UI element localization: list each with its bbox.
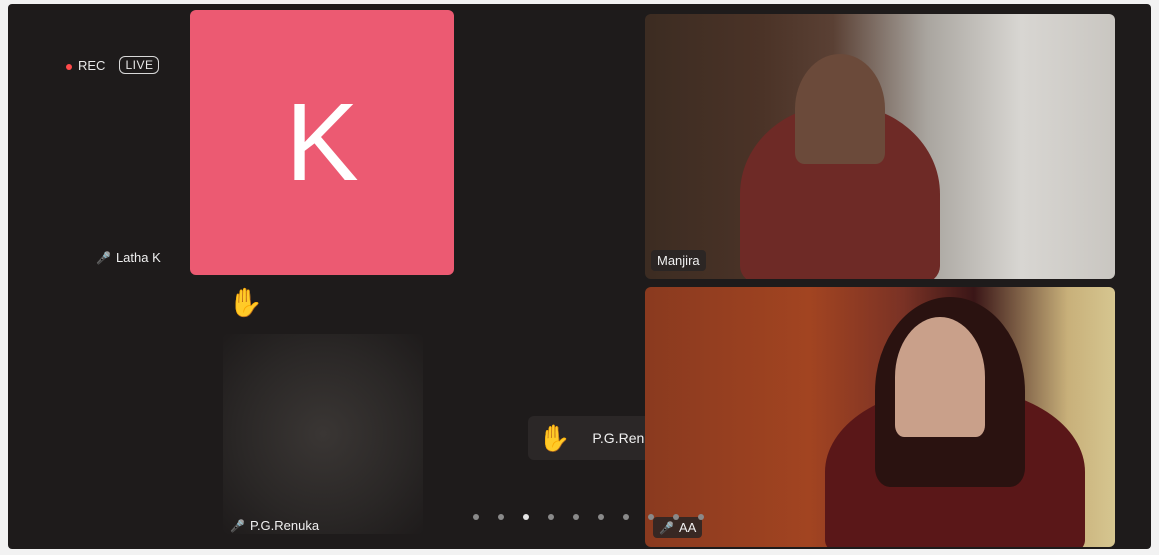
meeting-grid: REC LIVE K 🎤 Latha K Manjira ✋ 🎤 P.G.Ren…: [8, 4, 1151, 549]
live-badge: LIVE: [119, 56, 160, 74]
rec-label: REC: [78, 57, 106, 73]
participant-tile-aa[interactable]: 🎤 AA: [645, 287, 1115, 547]
page-dot[interactable]: [698, 514, 704, 520]
raised-hand-icon: ✋: [228, 287, 263, 318]
page-dot[interactable]: [598, 514, 604, 520]
participant-tile-renuka[interactable]: [223, 334, 423, 534]
participant-name-label: P.G.Renuka: [249, 518, 320, 533]
page-dot[interactable]: [548, 514, 554, 520]
participant-tile-manjira[interactable]: Manjira: [645, 14, 1115, 279]
avatar-initial: K: [285, 81, 359, 204]
rec-dot-icon: [66, 63, 72, 70]
participant-name-latha: 🎤 Latha K: [96, 250, 161, 265]
page-dot[interactable]: [623, 514, 629, 520]
participant-name-label: Latha K: [115, 250, 161, 265]
participant-name-manjira: Manjira: [651, 250, 706, 271]
video-face: [795, 54, 885, 164]
page-dot[interactable]: [648, 514, 654, 520]
participant-name-aa: 🎤 AA: [653, 517, 703, 538]
page-dot[interactable]: [573, 514, 579, 520]
page-indicator: [473, 514, 704, 520]
participant-name-label: AA: [678, 520, 697, 535]
participant-name-renuka: 🎤 P.G.Renuka: [230, 518, 319, 533]
rec-indicator: REC: [66, 58, 105, 73]
page-dot[interactable]: [498, 514, 504, 520]
page-dot[interactable]: [673, 514, 679, 520]
page-dot-active[interactable]: [523, 514, 529, 520]
mic-muted-icon: 🎤: [659, 520, 674, 535]
video-face: [895, 317, 985, 437]
participant-name-label: Manjira: [657, 253, 700, 268]
page-dot[interactable]: [473, 514, 479, 520]
mic-muted-icon: 🎤: [96, 250, 111, 265]
recording-status: REC LIVE: [66, 56, 160, 74]
participant-tile-latha[interactable]: K: [190, 10, 454, 275]
mic-muted-icon: 🎤: [230, 518, 245, 533]
raised-hand-icon: ✋: [538, 422, 571, 453]
